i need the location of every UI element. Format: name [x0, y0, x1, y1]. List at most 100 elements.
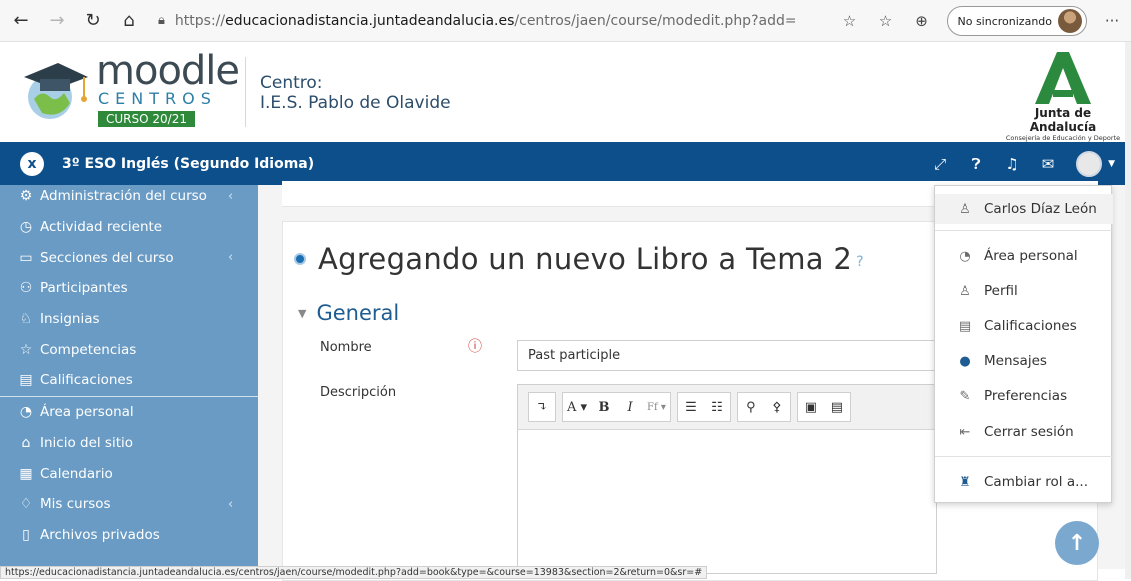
- user-menu-item-calificaciones[interactable]: ▤ Calificaciones: [935, 311, 1113, 341]
- sidebar-item-label: Inicio del sitio: [40, 434, 134, 451]
- user-menu-label: Mensajes: [984, 353, 1047, 369]
- unordered-list-button[interactable]: ☰: [678, 393, 704, 421]
- sidebar-item-actividad[interactable]: ◷ Actividad reciente: [0, 212, 258, 243]
- address-bar[interactable]: https://educacionadistancia.juntadeandal…: [175, 13, 795, 29]
- sidebar-item-competencias[interactable]: ☆ Competencias: [0, 334, 258, 365]
- site-header: moodle CENTROS CURSO 20/21 Centro: I.E.S…: [0, 42, 1131, 142]
- toolbar-group-collapse: ↴: [528, 392, 556, 422]
- collapse-triangle-icon: ▼: [298, 306, 307, 320]
- junta-logo[interactable]: Junta de Andalucía Consejería de Educaci…: [1003, 50, 1123, 142]
- sidebar-item-label: Área personal: [40, 404, 134, 421]
- page-scrollbar[interactable]: [1125, 42, 1131, 579]
- sidebar-item-label: Participantes: [40, 280, 128, 297]
- refresh-icon[interactable]: ↻: [78, 6, 108, 36]
- user-menu-label: Cerrar sesión: [984, 424, 1074, 440]
- description-editor[interactable]: ↴ A ▾ B I Ff ▾ ☰ ☷ ⚲ ⚴ ▣ ▤: [517, 384, 937, 574]
- name-input[interactable]: Past participle: [517, 340, 937, 371]
- files-icon: ▯: [22, 526, 30, 543]
- moodle-logo[interactable]: moodle CENTROS CURSO 20/21: [20, 48, 240, 127]
- user-menu-item-fullname[interactable]: ♙ Carlos Díaz León: [935, 194, 1113, 224]
- sidebar-item-secciones[interactable]: ▭ Secciones del curso ‹: [0, 242, 258, 273]
- sidebar-item-area-personal[interactable]: ◔ Área personal: [0, 397, 258, 428]
- editor-toolbar: ↴ A ▾ B I Ff ▾ ☰ ☷ ⚲ ⚴ ▣ ▤: [518, 385, 936, 430]
- close-drawer-button[interactable]: x: [20, 151, 44, 176]
- user-menu-item-cambiar-rol[interactable]: ♜ Cambiar rol a...: [935, 467, 1113, 497]
- sidebar-item-inicio[interactable]: ⌂ Inicio del sitio: [0, 428, 258, 459]
- media-button[interactable]: ▤: [824, 393, 850, 421]
- bell-icon[interactable]: ♫: [1004, 155, 1020, 173]
- bold-button[interactable]: B: [591, 393, 617, 421]
- sidebar-item-archivos[interactable]: ▯ Archivos privados: [0, 520, 258, 551]
- centro-info: Centro: I.E.S. Pablo de Olavide: [260, 74, 451, 114]
- toolbar-group-media: ▣ ▤: [796, 392, 851, 422]
- toolbar-toggle-button[interactable]: ↴: [529, 393, 555, 421]
- sidebar-item-administracion[interactable]: ⚙ Administración del curso ‹: [0, 185, 258, 212]
- user-menu-label: Perfil: [984, 283, 1018, 299]
- arrow-up-icon: ↑: [1067, 530, 1087, 556]
- help-icon[interactable]: ❓︎: [968, 155, 984, 173]
- scroll-to-top-button[interactable]: ↑: [1055, 521, 1099, 565]
- graduation-cap-logo-icon: [20, 57, 90, 123]
- sidebar-item-label: Actividad reciente: [40, 219, 163, 236]
- envelope-icon[interactable]: ✉: [1040, 155, 1056, 173]
- back-icon[interactable]: ←: [6, 6, 36, 36]
- sidebar-item-label: Calendario: [40, 465, 113, 482]
- user-menu-item-logout[interactable]: ⇤ Cerrar sesión: [935, 417, 1113, 447]
- status-bar: https://educacionadistancia.juntadeandal…: [0, 566, 708, 579]
- link-button[interactable]: ⚲: [738, 393, 764, 421]
- centro-name: I.E.S. Pablo de Olavide: [260, 93, 451, 113]
- url-path: /centros/jaen/course/modedit.php?add=boo…: [514, 12, 795, 29]
- sidebar-item-insignias[interactable]: ♘ Insignias: [0, 304, 258, 335]
- centro-label: Centro:: [260, 73, 323, 93]
- paragraph-style-button[interactable]: A ▾: [563, 393, 591, 421]
- sidebar-item-calendario[interactable]: ▦ Calendario: [0, 458, 258, 489]
- junta-name: Junta de Andalucía: [1029, 106, 1097, 134]
- wrench-icon: ✎: [959, 388, 971, 404]
- page-title: Agregando un nuevo Libro a Tema 2: [318, 242, 853, 276]
- toolbar-group-lists: ☰ ☷: [676, 392, 731, 422]
- collections-icon[interactable]: ⊕: [911, 12, 933, 30]
- dashboard-icon: ◔: [19, 404, 33, 421]
- help-icon[interactable]: ?: [856, 254, 863, 270]
- logout-icon: ⇤: [959, 424, 971, 440]
- course-title[interactable]: 3º ESO Inglés (Segundo Idioma): [62, 156, 314, 172]
- star-icon: ☆: [19, 341, 33, 358]
- role-icon: ♜: [959, 474, 971, 490]
- junta-a-logo-icon: [1033, 50, 1093, 106]
- user-menu-label: Cambiar rol a...: [984, 474, 1088, 490]
- course-navbar: x 3º ESO Inglés (Segundo Idioma) ⤢ ❓︎ ♫ …: [0, 142, 1131, 185]
- home-icon[interactable]: ⌂: [114, 6, 144, 36]
- unlink-button[interactable]: ⚴: [764, 393, 790, 421]
- badge-icon: ♘: [19, 311, 33, 328]
- ordered-list-button[interactable]: ☷: [704, 393, 730, 421]
- sidebar-item-calificaciones[interactable]: ▤ Calificaciones: [0, 365, 258, 396]
- chevron-down-icon[interactable]: ▼: [1108, 159, 1115, 169]
- image-button[interactable]: ▣: [798, 393, 824, 421]
- section-general[interactable]: ▼ General: [298, 301, 399, 325]
- sync-button[interactable]: No sincronizando: [946, 6, 1087, 36]
- user-menu-label: Preferencias: [984, 388, 1068, 404]
- more-icon[interactable]: ···: [1101, 12, 1123, 30]
- add-favorite-icon[interactable]: ☆: [839, 12, 861, 30]
- user-avatar[interactable]: [1076, 150, 1103, 177]
- sidebar-item-participantes[interactable]: ⚇ Participantes: [0, 273, 258, 304]
- forward-icon[interactable]: →: [42, 6, 72, 36]
- clock-icon: ◷: [19, 219, 33, 236]
- user-menu-item-perfil[interactable]: ♙ Perfil: [935, 276, 1113, 306]
- italic-button[interactable]: I: [617, 393, 643, 421]
- font-family-button[interactable]: Ff ▾: [643, 393, 670, 421]
- user-menu-item-mensajes[interactable]: ● Mensajes: [935, 346, 1113, 376]
- browser-toolbar: ← → ↻ ⌂ 🔒︎ https://educacionadistancia.j…: [0, 0, 1131, 42]
- sidebar-item-mis-cursos[interactable]: ♢ Mis cursos ‹: [0, 489, 258, 520]
- users-icon: ⚇: [19, 280, 33, 297]
- name-label: Nombre: [320, 340, 372, 355]
- sidebar-item-label: Secciones del curso: [40, 249, 174, 266]
- expand-icon[interactable]: ⤢: [932, 155, 948, 173]
- lock-icon[interactable]: 🔒︎: [158, 13, 165, 28]
- moodle-wordmark: moodle: [96, 48, 240, 94]
- sidebar-item-label: Insignias: [40, 311, 100, 328]
- user-menu-item-area-personal[interactable]: ◔ Área personal: [935, 241, 1113, 271]
- junta-subtitle: Consejería de Educación y Deporte: [1005, 134, 1121, 142]
- user-menu-item-preferencias[interactable]: ✎ Preferencias: [935, 381, 1113, 411]
- favorites-icon[interactable]: ☆: [875, 12, 897, 30]
